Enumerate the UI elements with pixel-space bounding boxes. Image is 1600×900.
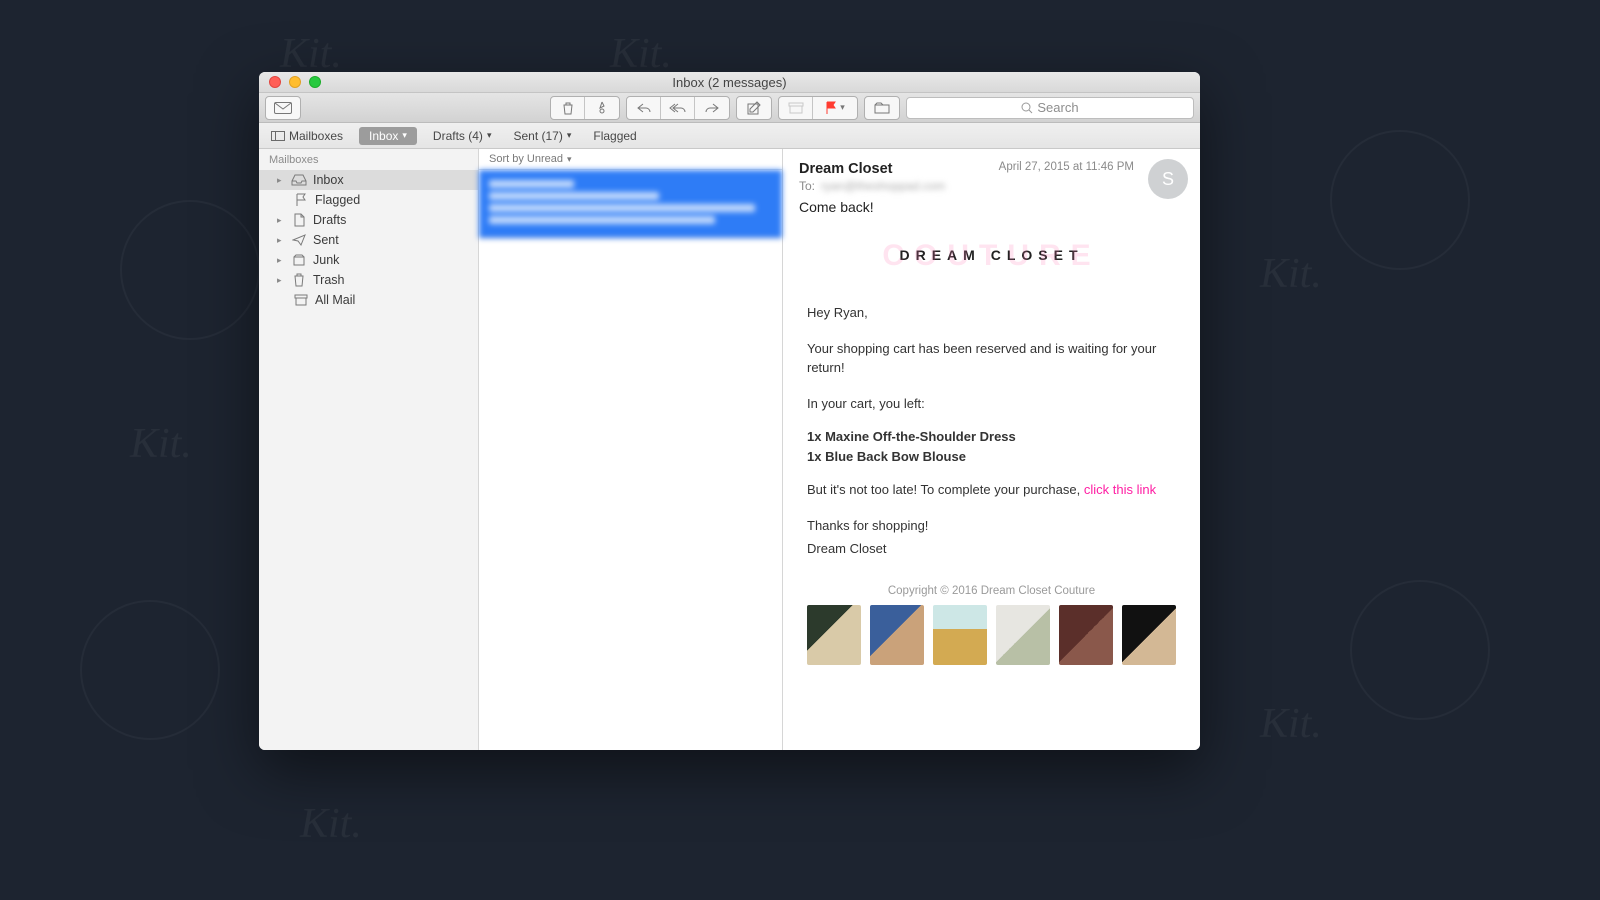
search-placeholder: Search <box>1037 100 1078 115</box>
junk-icon <box>291 253 307 267</box>
archive-icon <box>293 293 309 307</box>
get-mail-group <box>265 96 301 120</box>
chevron-down-icon: ▾ <box>487 130 492 141</box>
brand-logo: COUTURE DREAM CLOSET <box>807 233 1176 287</box>
search-icon <box>1021 102 1033 114</box>
disclosure-triangle-icon[interactable]: ▸ <box>277 255 285 266</box>
sidebar-item-inbox[interactable]: ▸ Inbox <box>259 170 478 190</box>
favorites-bar: Mailboxes Inbox ▾ Drafts (4) ▾ Sent (17)… <box>259 123 1200 149</box>
sidebar-item-label: All Mail <box>315 293 355 307</box>
product-thumb[interactable] <box>1059 605 1113 665</box>
message-subject: Come back! <box>799 199 1184 215</box>
message-header: S Dream Closet April 27, 2015 at 11:46 P… <box>783 149 1200 223</box>
fav-inbox[interactable]: Inbox ▾ <box>359 127 417 145</box>
flag-icon <box>293 193 309 207</box>
complete-purchase-link[interactable]: click this link <box>1084 482 1156 497</box>
sidebar-item-label: Trash <box>313 273 345 287</box>
disclosure-triangle-icon[interactable]: ▸ <box>277 175 285 186</box>
reply-group <box>626 96 730 120</box>
sidebar-item-label: Sent <box>313 233 339 247</box>
compose-button[interactable] <box>737 97 771 119</box>
disclosure-triangle-icon[interactable]: ▸ <box>277 235 285 246</box>
disclosure-triangle-icon[interactable]: ▸ <box>277 215 285 226</box>
sidebar-item-drafts[interactable]: ▸ Drafts <box>259 210 478 230</box>
chevron-down-icon: ▾ <box>567 130 572 141</box>
sidebar-item-label: Flagged <box>315 193 360 207</box>
cart-items: 1x Maxine Off-the-Shoulder Dress 1x Blue… <box>807 429 1176 464</box>
sidebar-item-sent[interactable]: ▸ Sent <box>259 230 478 250</box>
get-mail-button[interactable] <box>266 97 300 119</box>
move-button[interactable] <box>865 97 899 119</box>
product-thumbnails <box>807 605 1176 669</box>
chevron-down-icon: ▾ <box>402 130 407 141</box>
reserved-text: Your shopping cart has been reserved and… <box>807 339 1176 378</box>
toolbar: ▾ Search <box>259 93 1200 123</box>
inbox-icon <box>291 173 307 187</box>
left-text: In your cart, you left: <box>807 394 1176 414</box>
reply-button[interactable] <box>627 97 661 119</box>
paper-plane-icon <box>291 233 307 247</box>
delete-button[interactable] <box>551 97 585 119</box>
signoff-text: Dream Closet <box>807 539 1176 559</box>
archive-flag-group: ▾ <box>778 96 858 120</box>
fav-sent[interactable]: Sent (17) ▾ <box>507 127 577 145</box>
document-icon <box>291 213 307 227</box>
product-thumb[interactable] <box>870 605 924 665</box>
sender-name: Dream Closet <box>799 161 892 177</box>
greeting-text: Hey Ryan, <box>807 303 1176 323</box>
product-thumb[interactable] <box>807 605 861 665</box>
mailboxes-toggle[interactable]: Mailboxes <box>265 127 349 145</box>
thanks-text: Thanks for shopping! <box>807 516 1176 536</box>
flag-button[interactable]: ▾ <box>813 97 857 119</box>
message-list: Sort by Unread ▾ <box>479 149 783 750</box>
product-thumb[interactable] <box>996 605 1050 665</box>
product-thumb[interactable] <box>1122 605 1176 665</box>
search-field[interactable]: Search <box>906 97 1194 119</box>
sidebar-item-trash[interactable]: ▸ Trash <box>259 270 478 290</box>
message-reader: S Dream Closet April 27, 2015 at 11:46 P… <box>783 149 1200 750</box>
sidebar-item-junk[interactable]: ▸ Junk <box>259 250 478 270</box>
sidebar-item-label: Junk <box>313 253 339 267</box>
sidebar-icon <box>271 131 285 141</box>
fav-flagged[interactable]: Flagged <box>587 127 642 145</box>
three-pane: Mailboxes ▸ Inbox Flagged ▸ Drafts ▸ Sen… <box>259 149 1200 750</box>
sidebar-section-header: Mailboxes <box>259 149 478 170</box>
trash-icon <box>291 273 307 287</box>
archive-button[interactable] <box>779 97 813 119</box>
product-thumb[interactable] <box>933 605 987 665</box>
delete-junk-group <box>550 96 620 120</box>
chevron-down-icon: ▾ <box>840 102 845 113</box>
mailbox-sidebar: Mailboxes ▸ Inbox Flagged ▸ Drafts ▸ Sen… <box>259 149 479 750</box>
sidebar-item-all-mail[interactable]: All Mail <box>259 290 478 310</box>
window-title: Inbox (2 messages) <box>259 75 1200 90</box>
chevron-down-icon: ▾ <box>567 154 572 165</box>
email-copyright: Copyright © 2016 Dream Closet Couture <box>807 585 1176 597</box>
disclosure-triangle-icon[interactable]: ▸ <box>277 275 285 286</box>
cart-item: 1x Maxine Off-the-Shoulder Dress <box>807 429 1176 444</box>
sidebar-item-flagged[interactable]: Flagged <box>259 190 478 210</box>
sort-control[interactable]: Sort by Unread ▾ <box>479 149 782 170</box>
sidebar-item-label: Drafts <box>313 213 346 227</box>
message-date: April 27, 2015 at 11:46 PM <box>999 161 1134 173</box>
cart-item: 1x Blue Back Bow Blouse <box>807 449 1176 464</box>
compose-group <box>736 96 772 120</box>
cta-line: But it's not too late! To complete your … <box>807 480 1176 500</box>
message-list-item[interactable] <box>479 170 782 238</box>
mail-app-window: Inbox (2 messages) <box>259 72 1200 750</box>
move-group <box>864 96 900 120</box>
window-titlebar: Inbox (2 messages) <box>259 72 1200 93</box>
sender-avatar: S <box>1148 159 1188 199</box>
sidebar-item-label: Inbox <box>313 173 344 187</box>
to-label: To: <box>799 179 815 193</box>
junk-button[interactable] <box>585 97 619 119</box>
forward-button[interactable] <box>695 97 729 119</box>
reply-all-button[interactable] <box>661 97 695 119</box>
fav-drafts[interactable]: Drafts (4) ▾ <box>427 127 498 145</box>
message-body: COUTURE DREAM CLOSET Hey Ryan, Your shop… <box>783 223 1200 685</box>
to-value: ryan@theshoppad.com <box>821 179 945 193</box>
